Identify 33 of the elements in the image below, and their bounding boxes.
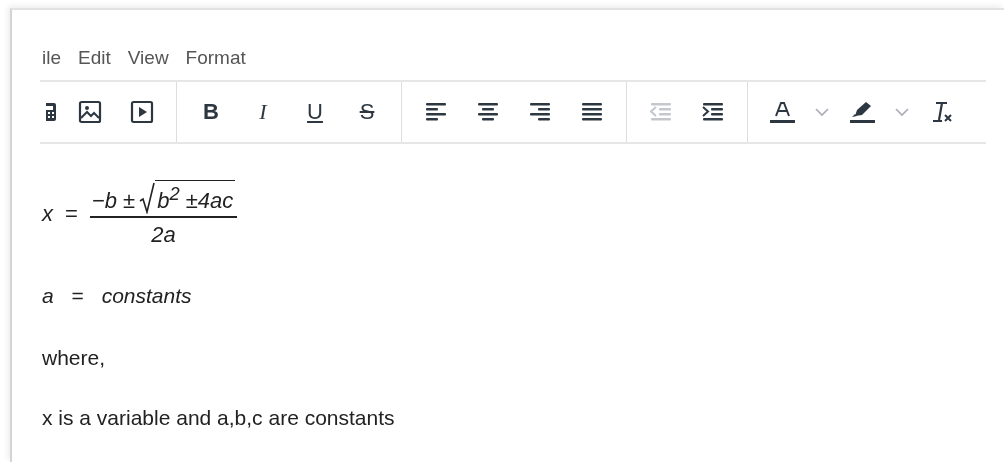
italic-button[interactable]: I — [243, 92, 283, 132]
align-left-icon — [425, 103, 447, 121]
indent-icon — [702, 103, 724, 121]
calculator-icon — [46, 102, 58, 122]
outdent-icon — [650, 103, 672, 121]
align-right-icon — [529, 103, 551, 121]
math-variable: x — [42, 201, 53, 227]
menu-item[interactable]: Edit — [78, 36, 120, 80]
denominator-text: 2a — [151, 222, 176, 248]
paragraph: where, — [42, 346, 107, 370]
radicand-text: b$^{2}$ ±4ac — [155, 179, 236, 215]
clear-format-icon — [930, 100, 954, 124]
bold-button[interactable]: B — [191, 92, 231, 132]
strikethrough-button[interactable]: S — [347, 92, 387, 132]
highlighter-icon — [849, 100, 875, 124]
image-icon — [78, 100, 102, 124]
square-root-icon — [139, 182, 156, 215]
menu-item[interactable]: View — [127, 36, 178, 80]
paragraph: x is a variable and a,b,c are constants — [42, 406, 396, 430]
math-text: constants — [101, 284, 192, 307]
menu-item[interactable]: ile — [42, 36, 70, 80]
underline-button[interactable]: U — [295, 92, 335, 132]
align-center-icon — [477, 103, 499, 121]
font-color-icon — [769, 100, 795, 124]
equals-sign: = — [65, 201, 78, 227]
chevron-down-icon — [895, 107, 909, 117]
justify-icon — [581, 103, 603, 121]
equals-sign: = — [71, 284, 84, 307]
menu-item[interactable]: Format — [185, 36, 255, 80]
numerator-text: −b ± — [91, 188, 136, 215]
math-variable: a — [42, 284, 54, 307]
chevron-down-icon — [815, 107, 829, 117]
play-icon — [130, 100, 154, 124]
